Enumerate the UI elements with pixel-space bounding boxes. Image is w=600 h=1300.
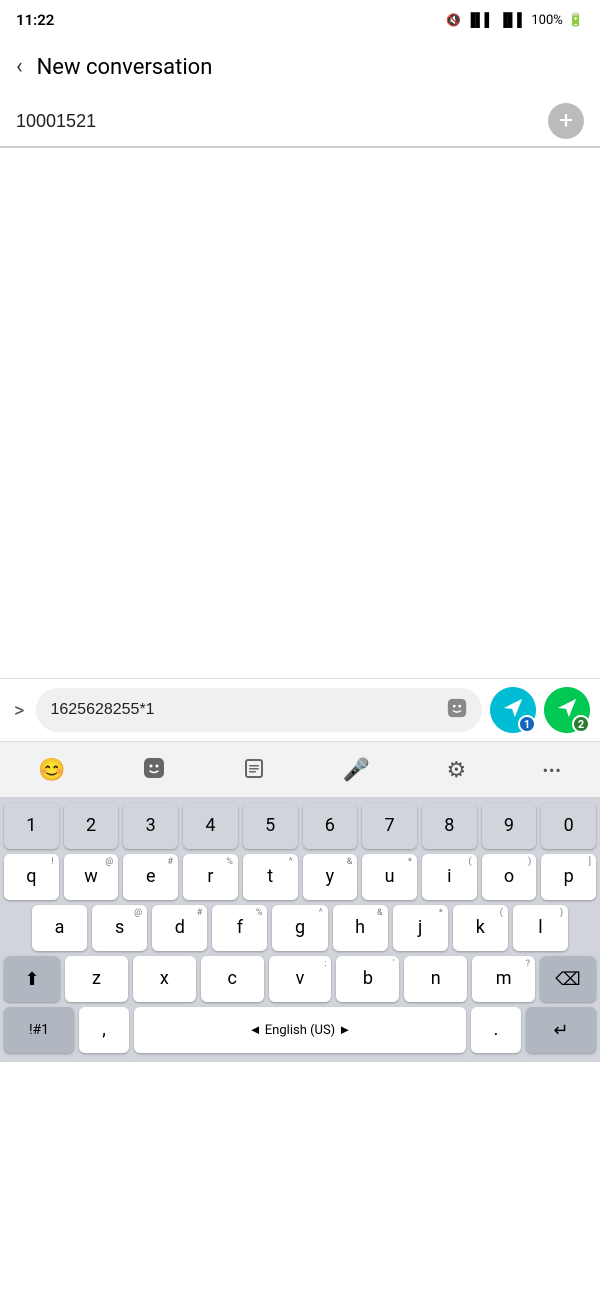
back-button[interactable]: ‹ bbox=[16, 56, 23, 78]
status-icons: 🔇 ▐▌▌ ▐▌▌ 100% 🔋 bbox=[446, 12, 584, 28]
key-c[interactable]: c bbox=[201, 956, 264, 1002]
symbols-key[interactable]: !#1 bbox=[4, 1007, 74, 1053]
back-icon: ‹ bbox=[16, 54, 23, 79]
key-b[interactable]: 'b bbox=[336, 956, 399, 1002]
key-7[interactable]: 7 bbox=[362, 803, 417, 849]
key-q[interactable]: !q bbox=[4, 854, 59, 900]
key-m[interactable]: ?m bbox=[472, 956, 535, 1002]
message-input-wrapper bbox=[36, 688, 482, 732]
keyboard-q-row: !q @w #e %r ^t &y *u (i )o ]p bbox=[4, 854, 596, 900]
key-n[interactable]: n bbox=[404, 956, 467, 1002]
more-toolbar-button[interactable]: ••• bbox=[543, 761, 562, 780]
language-label: ◄ English (US) ► bbox=[249, 1024, 352, 1037]
key-2[interactable]: 2 bbox=[64, 803, 119, 849]
settings-toolbar-button[interactable]: ⚙ bbox=[447, 758, 467, 783]
shift-icon: ⬆ bbox=[24, 969, 39, 990]
key-0[interactable]: 0 bbox=[541, 803, 596, 849]
battery-text: 100% bbox=[531, 13, 562, 28]
input-bar: > 1 2 bbox=[0, 678, 600, 741]
key-w[interactable]: @w bbox=[64, 854, 119, 900]
key-i[interactable]: (i bbox=[422, 854, 477, 900]
key-4[interactable]: 4 bbox=[183, 803, 238, 849]
enter-key[interactable]: ↵ bbox=[526, 1007, 596, 1053]
sticker-button[interactable] bbox=[446, 697, 468, 724]
period-key[interactable]: . bbox=[471, 1007, 521, 1053]
sim2-badge: 2 bbox=[572, 715, 590, 733]
space-key[interactable]: ◄ English (US) ► bbox=[134, 1007, 466, 1053]
expand-button[interactable]: > bbox=[10, 694, 28, 726]
sticker-toolbar-button[interactable] bbox=[142, 756, 166, 786]
keyboard-bottom-row: !#1 , ◄ English (US) ► . ↵ bbox=[4, 1007, 596, 1053]
key-g[interactable]: ^g bbox=[272, 905, 327, 951]
key-t[interactable]: ^t bbox=[243, 854, 298, 900]
send-button-sim1[interactable]: 1 bbox=[490, 687, 536, 733]
mute-icon: 🔇 bbox=[446, 13, 461, 27]
key-k[interactable]: (k bbox=[453, 905, 508, 951]
status-time: 11:22 bbox=[16, 11, 54, 29]
key-y[interactable]: &y bbox=[303, 854, 358, 900]
key-z[interactable]: z bbox=[65, 956, 128, 1002]
shift-key[interactable]: ⬆ bbox=[4, 956, 60, 1002]
add-icon: + bbox=[559, 108, 573, 132]
message-area bbox=[0, 148, 600, 678]
key-9[interactable]: 9 bbox=[482, 803, 537, 849]
keyboard-toolbar: 😊 🎤 ⚙ ••• bbox=[0, 741, 600, 797]
status-bar: 11:22 🔇 ▐▌▌ ▐▌▌ 100% 🔋 bbox=[0, 0, 600, 38]
key-x[interactable]: x bbox=[133, 956, 196, 1002]
key-s[interactable]: @s bbox=[92, 905, 147, 951]
key-j[interactable]: *j bbox=[393, 905, 448, 951]
key-h[interactable]: &h bbox=[333, 905, 388, 951]
keyboard-a-row: a @s #d %f ^g &h *j (k )l bbox=[4, 905, 596, 951]
period-label: . bbox=[494, 1021, 499, 1039]
key-v[interactable]: :v bbox=[269, 956, 332, 1002]
mic-toolbar-button[interactable]: 🎤 bbox=[343, 758, 370, 783]
keyboard-z-row: ⬆ z x c :v 'b n ?m ⌫ bbox=[4, 956, 596, 1002]
enter-icon: ↵ bbox=[553, 1020, 568, 1041]
add-recipient-button[interactable]: + bbox=[548, 103, 584, 139]
signal-icon-1: ▐▌▌ bbox=[466, 12, 494, 28]
key-o[interactable]: )o bbox=[482, 854, 537, 900]
key-3[interactable]: 3 bbox=[123, 803, 178, 849]
clipboard-toolbar-button[interactable] bbox=[242, 756, 266, 786]
key-a[interactable]: a bbox=[32, 905, 87, 951]
comma-key[interactable]: , bbox=[79, 1007, 129, 1053]
symbols-label: !#1 bbox=[29, 1023, 49, 1037]
expand-icon: > bbox=[14, 698, 24, 722]
message-input[interactable] bbox=[50, 701, 440, 719]
key-5[interactable]: 5 bbox=[243, 803, 298, 849]
key-8[interactable]: 8 bbox=[422, 803, 477, 849]
key-l[interactable]: )l bbox=[513, 905, 568, 951]
key-f[interactable]: %f bbox=[212, 905, 267, 951]
keyboard: 1 2 3 4 5 6 7 8 9 0 !q @w #e %r ^t &y *u… bbox=[0, 797, 600, 1062]
page-title: New conversation bbox=[37, 55, 213, 80]
key-1[interactable]: 1 bbox=[4, 803, 59, 849]
recipient-area: + bbox=[0, 96, 600, 148]
sim1-badge: 1 bbox=[518, 715, 536, 733]
delete-key[interactable]: ⌫ bbox=[540, 956, 596, 1002]
key-p[interactable]: ]p bbox=[541, 854, 596, 900]
header: ‹ New conversation bbox=[0, 38, 600, 96]
battery-icon: 🔋 bbox=[568, 13, 584, 28]
keyboard-number-row: 1 2 3 4 5 6 7 8 9 0 bbox=[4, 803, 596, 849]
signal-icon-2: ▐▌▌ bbox=[499, 12, 527, 28]
delete-icon: ⌫ bbox=[555, 969, 580, 990]
send-button-sim2[interactable]: 2 bbox=[544, 687, 590, 733]
key-d[interactable]: #d bbox=[152, 905, 207, 951]
comma-label: , bbox=[102, 1021, 106, 1039]
key-u[interactable]: *u bbox=[362, 854, 417, 900]
key-e[interactable]: #e bbox=[123, 854, 178, 900]
key-6[interactable]: 6 bbox=[303, 803, 358, 849]
recipient-input[interactable] bbox=[16, 111, 548, 132]
key-r[interactable]: %r bbox=[183, 854, 238, 900]
emoji-toolbar-button[interactable]: 😊 bbox=[38, 758, 65, 783]
